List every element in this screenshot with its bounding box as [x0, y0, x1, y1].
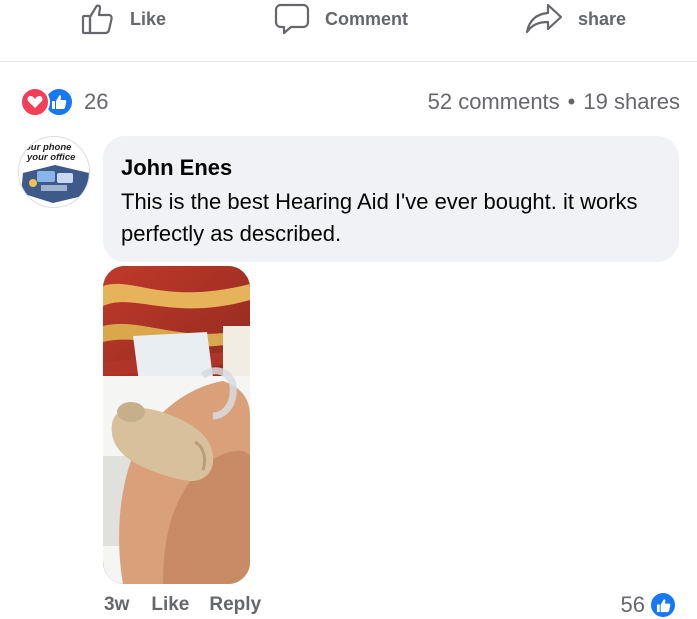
- comments-count-link[interactable]: 52 comments: [428, 89, 560, 115]
- love-reaction-icon: [20, 87, 50, 117]
- comment-photo-hearing-aid[interactable]: [103, 266, 250, 584]
- post-stats: 26 52 comments • 19 shares: [20, 84, 680, 120]
- reactions-summary[interactable]: 26: [20, 84, 108, 120]
- comment-meta: 3w Like Reply: [104, 592, 261, 618]
- shares-count-link[interactable]: 19 shares: [583, 89, 680, 115]
- reaction-count: 26: [84, 89, 109, 114]
- comment-reply-button[interactable]: Reply: [209, 594, 261, 616]
- comment-text: This is the best Hearing Aid I've ever b…: [121, 189, 638, 246]
- comment-timestamp[interactable]: 3w: [104, 594, 129, 616]
- avatar[interactable]: our phone your office: [18, 136, 90, 208]
- share-arrow-icon: [524, 1, 564, 37]
- comment-label: Comment: [325, 8, 409, 29]
- speech-bubble-icon: [273, 1, 311, 37]
- separator-dot: •: [567, 89, 576, 114]
- engagement-counts: 52 comments • 19 shares: [428, 84, 680, 120]
- comment-reactions[interactable]: 56: [621, 590, 677, 619]
- comment-author[interactable]: John Enes: [121, 154, 661, 182]
- post-action-bar: Like Comment share: [0, 0, 697, 62]
- like-label: Like: [130, 8, 167, 29]
- like-reaction-icon: [649, 591, 677, 619]
- share-label: share: [578, 8, 627, 29]
- comment-like-button[interactable]: Like: [151, 594, 189, 616]
- like-button[interactable]: Like: [80, 0, 166, 38]
- share-button[interactable]: share: [524, 0, 626, 38]
- avatar-text-line2: your office: [26, 152, 76, 163]
- thumbs-up-icon: [80, 1, 116, 37]
- comment-button[interactable]: Comment: [273, 0, 408, 38]
- comment-reaction-count: 56: [620, 592, 645, 617]
- comment-bubble: John Enes This is the best Hearing Aid I…: [103, 136, 679, 262]
